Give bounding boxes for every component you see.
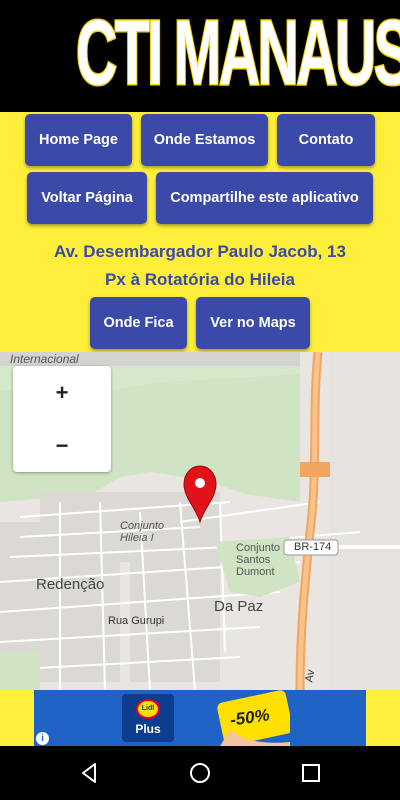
- ad-banner[interactable]: Lidl Plus -50% i: [0, 690, 400, 746]
- map-label-da-paz: Da Paz: [214, 598, 264, 615]
- ver-no-maps-button[interactable]: Ver no Maps: [196, 297, 310, 349]
- system-nav-bar: [0, 746, 400, 800]
- map-label-av: Av: [303, 668, 318, 684]
- map-view[interactable]: Internacional Conjunto Hileia I Redenção…: [0, 352, 400, 690]
- voltar-pagina-button[interactable]: Voltar Página: [27, 172, 147, 224]
- onde-estamos-button[interactable]: Onde Estamos: [141, 114, 268, 166]
- address-line-2: Px à Rotatória do Hileia: [105, 270, 295, 289]
- lidl-plus-logo: Lidl Plus: [122, 694, 174, 742]
- lidl-plus-label: Plus: [135, 722, 161, 736]
- compartilhe-button[interactable]: Compartilhe este aplicativo: [156, 172, 373, 224]
- zoom-out-button[interactable]: −: [13, 419, 111, 472]
- map-label-rua-gurupi: Rua Gurupi: [108, 615, 165, 627]
- map-label-br174: BR-174: [294, 541, 332, 553]
- recent-square-icon[interactable]: [299, 761, 323, 785]
- button-panel: Home Page Onde Estamos Contato Voltar Pá…: [0, 112, 400, 352]
- map-label-conjunto-hileia: Conjunto Hileia I: [120, 520, 165, 544]
- location-pin-icon[interactable]: [182, 464, 218, 524]
- ad-image[interactable]: Lidl Plus -50%: [34, 690, 366, 746]
- home-page-button[interactable]: Home Page: [25, 114, 132, 166]
- onde-fica-button[interactable]: Onde Fica: [90, 297, 187, 349]
- map-label-conjunto-santos: Conjunto Santos Dumont: [236, 542, 281, 578]
- map-label-internacional: Internacional: [10, 352, 79, 366]
- home-circle-icon[interactable]: [188, 761, 212, 785]
- contato-button[interactable]: Contato: [277, 114, 375, 166]
- address-line-1: Av. Desembargador Paulo Jacob, 13: [54, 242, 346, 261]
- app-header: CTI MANAUS: [0, 0, 400, 112]
- back-triangle-icon[interactable]: [78, 761, 102, 785]
- map-label-redencao: Redenção: [36, 576, 105, 593]
- zoom-in-button[interactable]: +: [13, 366, 111, 419]
- app-title: CTI MANAUS: [75, 1, 400, 106]
- zoom-control: + −: [13, 366, 111, 472]
- ad-info-icon[interactable]: i: [36, 732, 49, 745]
- lidl-logo-icon: Lidl: [136, 699, 160, 719]
